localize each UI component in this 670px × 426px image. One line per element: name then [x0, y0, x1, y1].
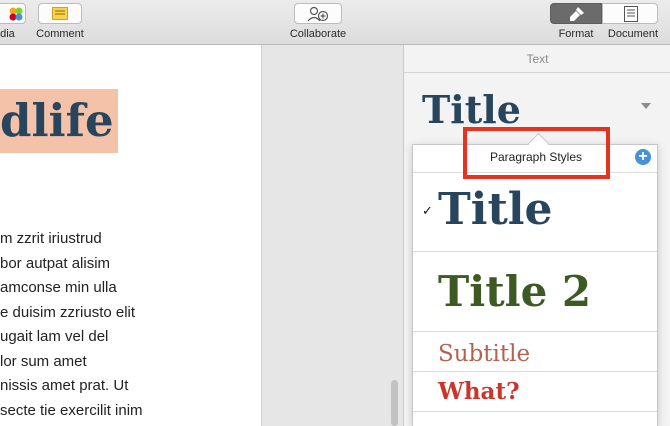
toolbar: edia Comment Collaborate [0, 0, 670, 45]
comment-icon [52, 7, 68, 20]
highlight-annotation-box [463, 127, 610, 179]
body-line[interactable]: nissis amet prat. Ut [0, 374, 143, 399]
photos-icon [9, 7, 23, 21]
style-item-label: What? [438, 378, 520, 405]
body-line[interactable]: amconse min ulla [0, 276, 143, 301]
body-line[interactable]: lor sum amet [0, 350, 143, 375]
format-button-frame [550, 3, 602, 24]
document-page[interactable]: dlife m zzrit iriustrud bor autpat alisi… [0, 45, 262, 426]
document-body[interactable]: m zzrit iriustrud bor autpat alisim amco… [0, 227, 143, 423]
document-icon [624, 6, 638, 22]
vertical-scrollbar[interactable] [391, 380, 398, 426]
body-line[interactable]: ugait lam vel del [0, 325, 143, 350]
comment-button-frame [38, 3, 82, 24]
style-item-label: Subtitle [438, 341, 531, 367]
comment-label: Comment [36, 28, 84, 40]
style-item-label: Title [438, 184, 553, 235]
canvas-gutter [262, 45, 403, 426]
format-button[interactable]: Format [550, 0, 602, 44]
style-item-subtitle[interactable]: Subtitle [413, 332, 657, 372]
document-title[interactable]: dlife [0, 89, 118, 153]
comment-button[interactable]: Comment [30, 0, 90, 44]
format-label: Format [558, 28, 594, 40]
style-item-title[interactable]: ✓ Title [413, 172, 657, 252]
dropdown-arrow-icon[interactable] [641, 103, 651, 109]
paintbrush-icon [570, 7, 584, 21]
checkmark-icon: ✓ [422, 203, 433, 218]
collaborate-button[interactable]: Collaborate [282, 0, 354, 44]
paragraph-styles-popover: Paragraph Styles + ✓ Title Title 2 Subti… [412, 144, 658, 426]
media-button[interactable]: edia [0, 0, 30, 44]
style-item-label: Title 2 [438, 267, 592, 316]
body-line[interactable]: m zzrit iriustrud [0, 227, 143, 252]
body-line[interactable]: secte tie exercilit inim [0, 399, 143, 424]
document-button[interactable]: Document [602, 0, 664, 44]
document-label: Document [607, 28, 659, 40]
body-line[interactable]: bor autpat alisim [0, 252, 143, 277]
body-line[interactable]: e duisim zzriusto elit [0, 301, 143, 326]
document-button-frame [602, 3, 658, 24]
collaborate-label: Collaborate [289, 28, 347, 40]
inspector-tab-text[interactable]: Text [404, 45, 670, 73]
media-label: edia [0, 28, 15, 40]
collaborate-button-frame [294, 3, 342, 24]
style-item-title-2[interactable]: Title 2 [413, 252, 657, 332]
collaborate-icon [307, 6, 329, 22]
style-item-what[interactable]: What? [413, 372, 657, 412]
add-style-plus-icon[interactable]: + [635, 149, 651, 165]
media-button-frame [0, 3, 26, 24]
